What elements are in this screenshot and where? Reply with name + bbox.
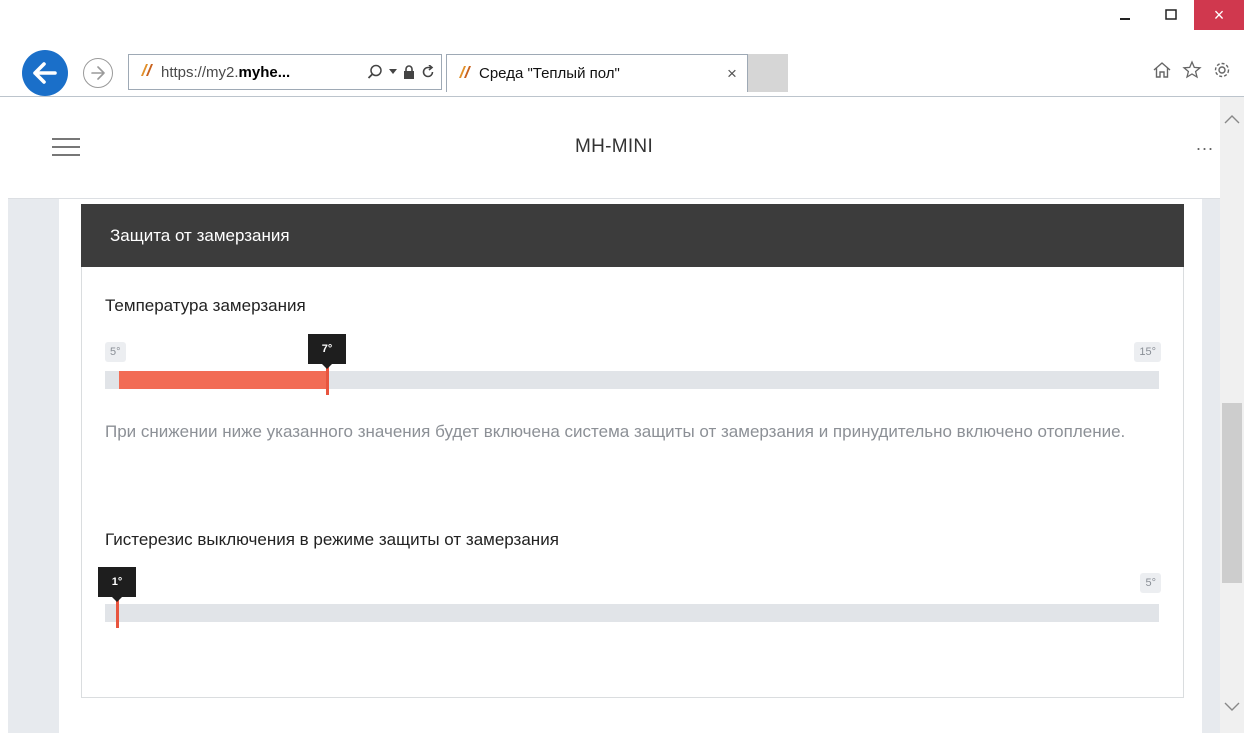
- search-icon[interactable]: [367, 64, 383, 80]
- tab-title: Среда "Теплый пол": [479, 65, 620, 82]
- lock-icon[interactable]: [403, 65, 415, 79]
- page-viewport: MH-MINI ... Защита от замерзания Темпера…: [8, 97, 1220, 733]
- tab-close-icon[interactable]: ×: [717, 64, 747, 84]
- browser-toolbar: https://my2.myhe... Среда "Теплый пол" ×: [0, 50, 1244, 96]
- browser-right-icons: [1152, 60, 1232, 80]
- favorites-star-icon[interactable]: [1182, 60, 1202, 80]
- address-bar[interactable]: https://my2.myhe...: [128, 54, 442, 90]
- refresh-icon[interactable]: [421, 65, 435, 79]
- hysteresis-label: Гистерезис выключения в режиме защиты от…: [105, 530, 559, 549]
- close-icon: ×: [1213, 4, 1225, 25]
- minimize-icon: [1120, 18, 1130, 20]
- dropdown-arrow-icon[interactable]: [389, 69, 397, 75]
- freeze-temp-slider-fill: [119, 371, 327, 389]
- hysteresis-slider-handle[interactable]: [116, 598, 119, 628]
- browser-tab[interactable]: Среда "Теплый пол" ×: [446, 54, 748, 92]
- scrollbar-thumb[interactable]: [1222, 403, 1242, 583]
- site-favicon-icon: [139, 63, 153, 81]
- arrow-right-icon: [91, 66, 105, 80]
- app-header: MH-MINI ...: [8, 97, 1220, 199]
- page-scrollbar[interactable]: [1220, 97, 1244, 733]
- minimize-button[interactable]: [1102, 0, 1148, 30]
- home-icon[interactable]: [1152, 60, 1172, 80]
- page-title: MH-MINI: [574, 136, 654, 157]
- arrow-left-icon: [33, 62, 57, 84]
- freeze-temp-label: Температура замерзания: [105, 296, 306, 315]
- window-controls: ×: [1102, 0, 1244, 40]
- chevron-up-icon[interactable]: [1220, 107, 1244, 131]
- site-favicon-icon: [457, 65, 471, 83]
- chevron-down-icon[interactable]: [1220, 695, 1244, 719]
- more-options-icon[interactable]: ...: [1196, 135, 1214, 153]
- section-title: Защита от замерзания: [81, 204, 1184, 267]
- content-column: Защита от замерзания Температура замерза…: [59, 199, 1202, 733]
- forward-button[interactable]: [83, 58, 113, 88]
- hysteresis-slider[interactable]: 1°: [98, 567, 1159, 628]
- back-button[interactable]: [22, 50, 68, 96]
- settings-gear-icon[interactable]: [1212, 60, 1232, 80]
- hysteresis-value-tooltip: 1°: [98, 567, 136, 602]
- maximize-icon: [1165, 9, 1177, 20]
- freeze-temp-help-text: При снижении ниже указанного значения бу…: [105, 422, 1126, 441]
- freeze-temp-min-label: 5°: [105, 342, 126, 362]
- close-window-button[interactable]: ×: [1194, 0, 1244, 30]
- settings-card: Защита от замерзания Температура замерза…: [81, 204, 1184, 698]
- freeze-temp-max-label: 15°: [1134, 342, 1161, 362]
- freeze-temp-slider[interactable]: 7°: [105, 334, 1159, 395]
- url-text: https://my2.myhe...: [161, 63, 291, 81]
- new-tab-button[interactable]: [748, 54, 788, 92]
- hysteresis-max-label: 5°: [1140, 573, 1161, 593]
- maximize-button[interactable]: [1148, 0, 1194, 30]
- freeze-temp-value-tooltip: 7°: [308, 334, 346, 369]
- freeze-temp-slider-handle[interactable]: [326, 365, 329, 395]
- browser-window: × https://my2.myhe... Среда "Теплый пол"…: [0, 0, 1244, 733]
